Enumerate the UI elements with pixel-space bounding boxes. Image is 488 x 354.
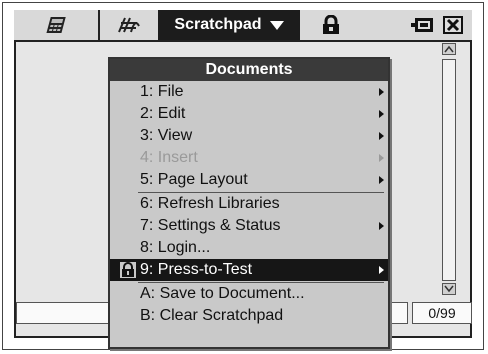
tab-scratchpad[interactable]: Scratchpad <box>158 10 300 40</box>
history-counter: 0/99 <box>412 302 472 324</box>
menu-item-refresh-libraries[interactable]: 6: Refresh Libraries <box>110 193 388 215</box>
menu-title: Documents <box>110 59 388 81</box>
menu-item-file[interactable]: 1: File <box>110 81 388 103</box>
close-icon <box>443 16 463 34</box>
submenu-arrow-icon <box>379 132 384 140</box>
menu-item-label: 8: Login... <box>140 239 211 256</box>
menu-item-label: 5: Page Layout <box>140 171 248 188</box>
menu-item-label: 4: Insert <box>140 149 198 166</box>
scroll-down-button[interactable] <box>442 283 456 295</box>
submenu-arrow-icon <box>379 222 384 230</box>
menu-item-press-to-test[interactable]: 9: Press-to-Test <box>110 259 388 281</box>
chevron-down-icon <box>444 285 454 293</box>
graph-icon <box>118 17 140 33</box>
menu-item-label: 3: View <box>140 127 193 144</box>
scroll-up-button[interactable] <box>442 43 456 55</box>
menu-item-login[interactable]: 8: Login... <box>110 237 388 259</box>
menu-item-label: A: Save to Document... <box>140 285 305 302</box>
graph-tab[interactable] <box>100 10 158 40</box>
calculator-icon <box>46 17 66 33</box>
calculator-tab[interactable] <box>14 10 98 40</box>
menu-item-edit[interactable]: 2: Edit <box>110 103 388 125</box>
lock-icon <box>323 15 339 34</box>
menu-item-view[interactable]: 3: View <box>110 125 388 147</box>
close-button[interactable] <box>438 10 468 40</box>
menu-item-clear-scratchpad[interactable]: B: Clear Scratchpad <box>110 305 388 327</box>
battery-icon <box>411 18 433 32</box>
calculator-screen: Scratchpad 0/99 Documents 1: File 2: Edi… <box>0 0 488 354</box>
menu-item-label: 9: Press-to-Test <box>140 261 253 278</box>
submenu-arrow-icon <box>379 266 384 274</box>
menu-item-label: 6: Refresh Libraries <box>140 195 280 212</box>
menu-item-save-to-document[interactable]: A: Save to Document... <box>110 283 388 305</box>
lock-icon <box>120 262 136 278</box>
submenu-arrow-icon <box>379 154 384 162</box>
documents-menu: Documents 1: File 2: Edit 3: View 4: Ins… <box>108 57 390 349</box>
menu-item-label: 1: File <box>140 83 184 100</box>
scrollbar-track[interactable] <box>442 59 456 281</box>
menu-item-settings-status[interactable]: 7: Settings & Status <box>110 215 388 237</box>
chevron-up-icon <box>444 45 454 53</box>
menu-item-label: 7: Settings & Status <box>140 217 281 234</box>
submenu-arrow-icon <box>379 176 384 184</box>
press-to-test-indicator <box>314 10 348 40</box>
menu-item-page-layout[interactable]: 5: Page Layout <box>110 169 388 191</box>
chevron-down-icon <box>269 20 284 30</box>
submenu-arrow-icon <box>379 110 384 118</box>
submenu-arrow-icon <box>379 88 384 96</box>
scrollbar[interactable] <box>440 43 458 299</box>
menu-item-label: 2: Edit <box>140 105 186 122</box>
battery-indicator <box>408 10 438 40</box>
menu-item-label: B: Clear Scratchpad <box>140 307 284 324</box>
toolbar: Scratchpad <box>14 10 472 42</box>
menu-item-insert: 4: Insert <box>110 147 388 169</box>
tab-scratchpad-label: Scratchpad <box>174 16 262 33</box>
